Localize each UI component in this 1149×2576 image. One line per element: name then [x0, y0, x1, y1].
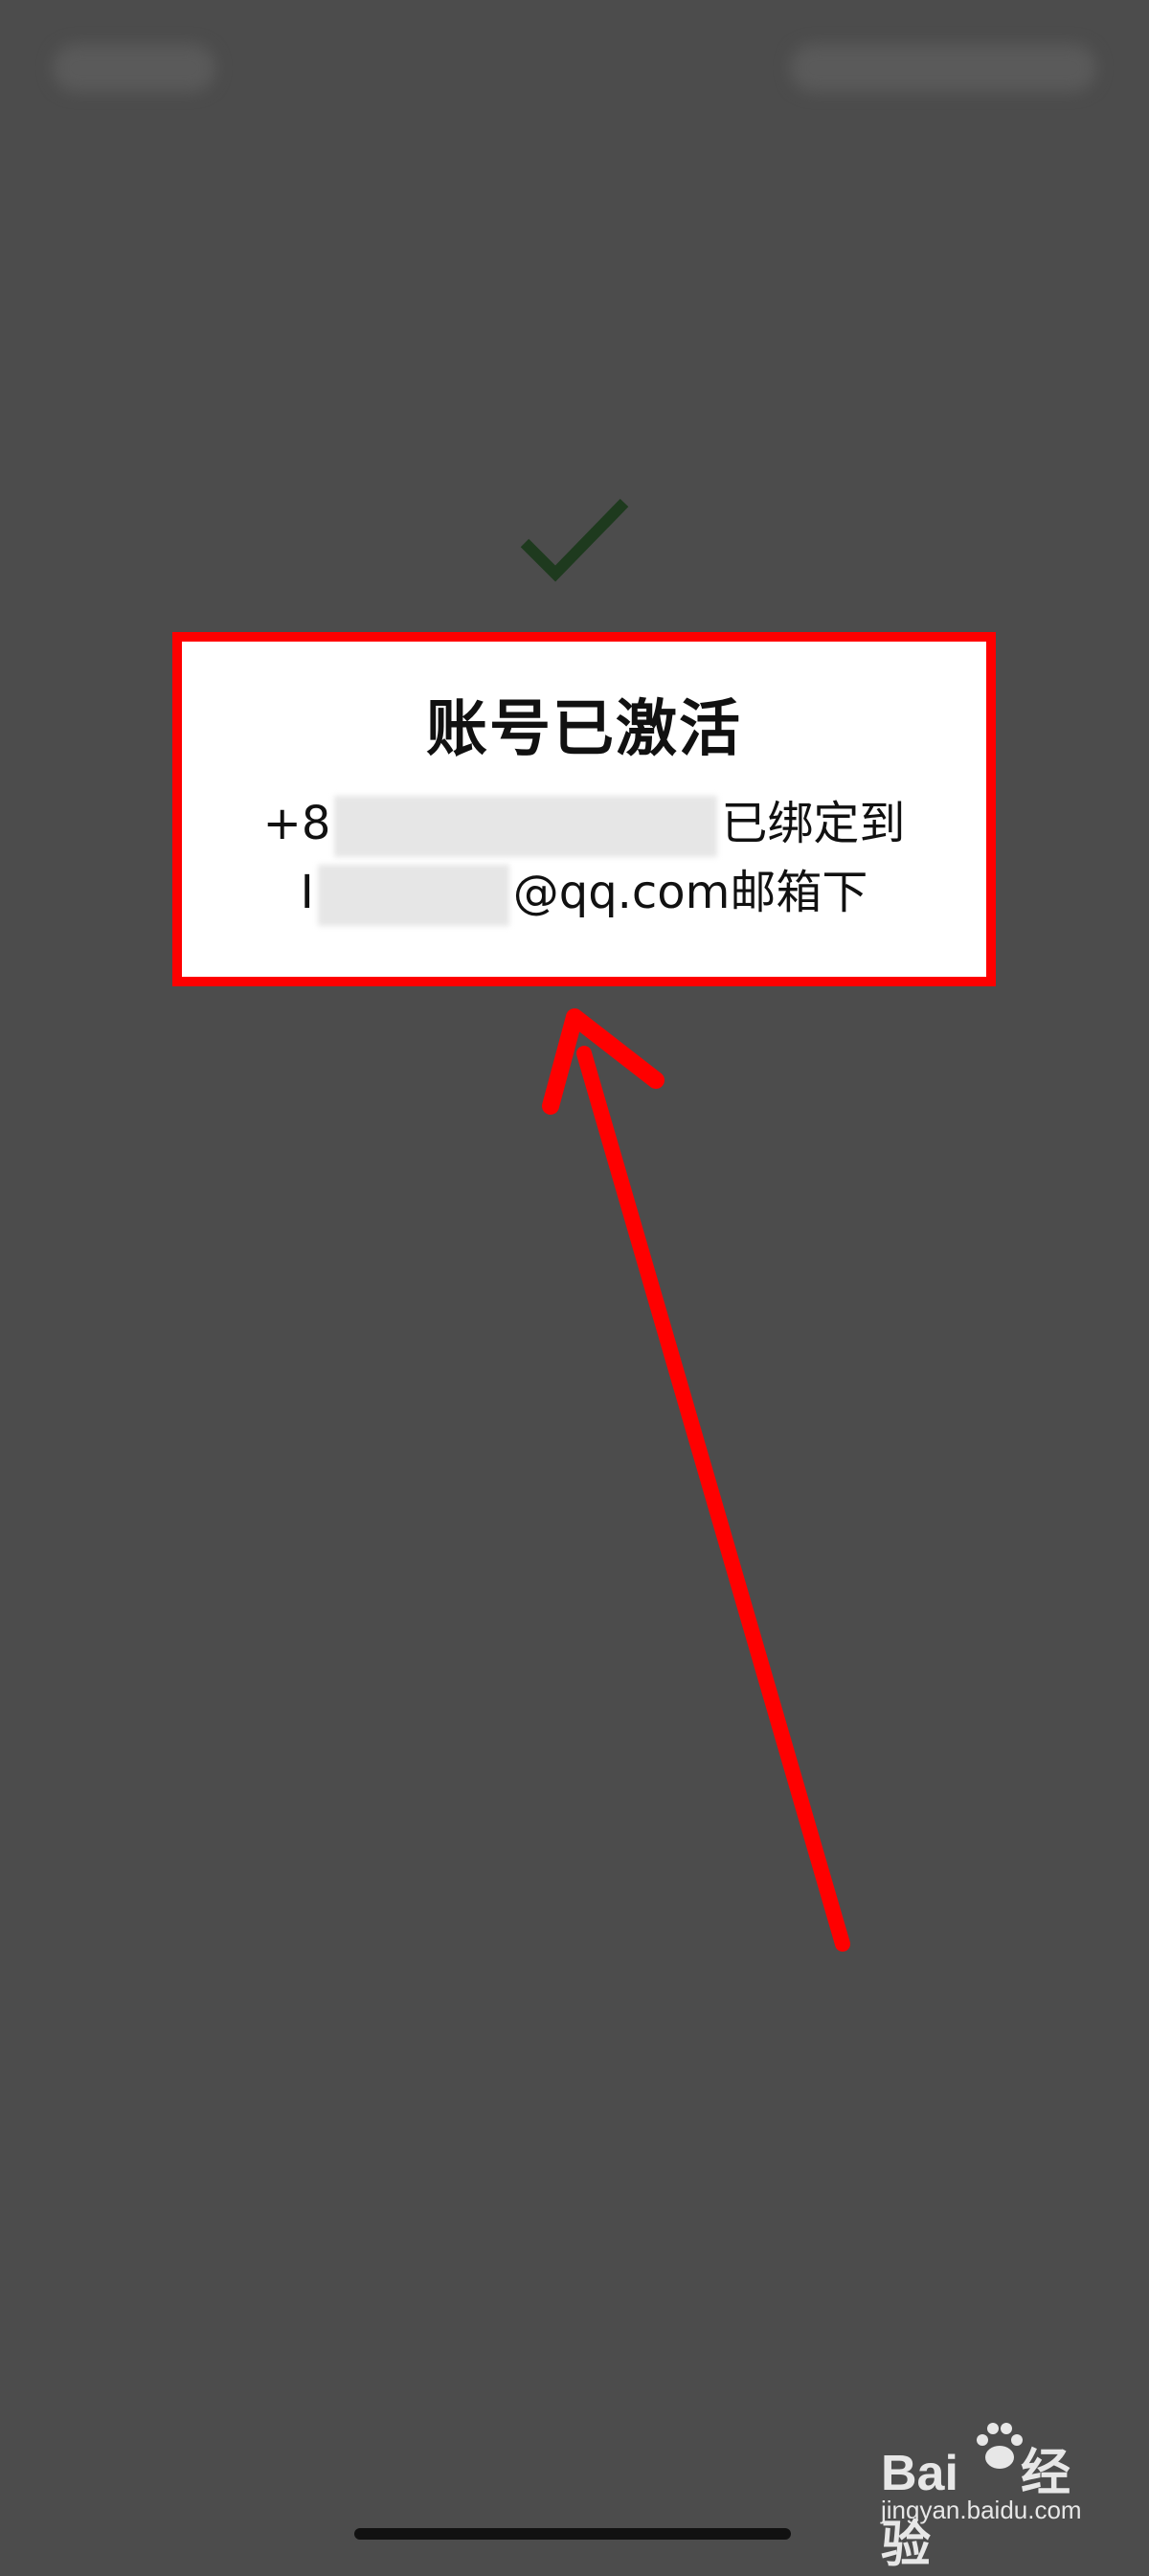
watermark-url: jingyan.baidu.com: [881, 2496, 1082, 2524]
baidu-jingyan-watermark: Bai 经验 jingyan.baidu.com: [881, 2423, 1092, 2573]
arrow-annotation: [542, 1008, 850, 1952]
watermark-logo-left: Bai: [881, 2446, 958, 2501]
baidu-paw-icon: [977, 2423, 1023, 2469]
home-indicator[interactable]: [354, 2528, 791, 2540]
